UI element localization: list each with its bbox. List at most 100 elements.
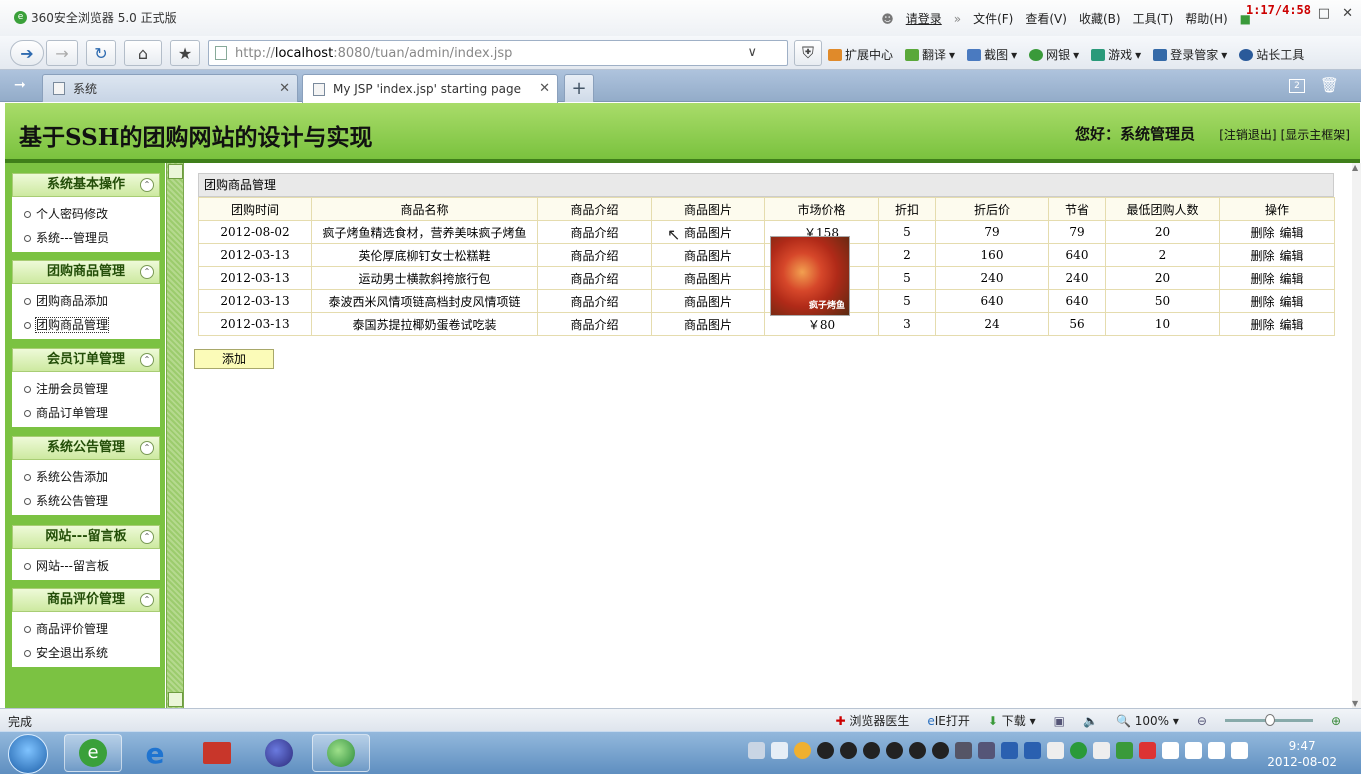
delete-link[interactable]: 删除 (1250, 318, 1274, 332)
qq-icon[interactable] (863, 742, 880, 759)
taskbar-toolbox[interactable] (188, 734, 246, 772)
tool-extensions[interactable]: 扩展中心 (828, 46, 893, 63)
tray-app-icon[interactable] (1047, 742, 1064, 759)
scroll-down-icon[interactable]: ▼ (1352, 699, 1358, 708)
sidebar-item-product-add[interactable]: 团购商品添加 (12, 289, 160, 313)
ie-open[interactable]: eIE打开 (927, 712, 970, 729)
cell-intro-link[interactable]: 商品介绍 (537, 312, 652, 336)
edit-link[interactable]: 编辑 (1280, 272, 1304, 286)
delete-link[interactable]: 删除 (1250, 226, 1274, 240)
sidebar-item-admin[interactable]: 系统---管理员 (12, 226, 160, 250)
keyboard-icon[interactable] (748, 742, 765, 759)
tool-login-manager[interactable]: 登录管家 ▾ (1153, 46, 1227, 63)
zoom-menu[interactable]: 🔍 100% ▾ (1116, 714, 1179, 728)
tray-app-icon[interactable] (771, 742, 788, 759)
tool-games[interactable]: 游戏 ▾ (1091, 46, 1141, 63)
sidebar-item-notice-add[interactable]: 系统公告添加 (12, 465, 160, 489)
cell-intro-link[interactable]: 商品介绍 (537, 243, 652, 267)
frame-splitter[interactable] (166, 163, 184, 708)
sidebar-item-members[interactable]: 注册会员管理 (12, 377, 160, 401)
tool-webmaster[interactable]: 站长工具 (1239, 46, 1304, 63)
taskbar-eclipse[interactable] (250, 734, 308, 772)
sidebar-item-product-manage[interactable]: 团购商品管理 (12, 313, 160, 337)
menu-favorites[interactable]: 收藏(B) (1079, 10, 1121, 27)
delete-link[interactable]: 删除 (1250, 272, 1274, 286)
shield-button[interactable]: ⛨ (794, 40, 822, 66)
edit-link[interactable]: 编辑 (1280, 295, 1304, 309)
menu-login[interactable]: 请登录 (906, 10, 942, 27)
taskbar-app[interactable] (312, 734, 370, 772)
sidebar-item-guestbook[interactable]: 网站---留言板 (12, 554, 160, 578)
sidebar-item-password[interactable]: 个人密码修改 (12, 202, 160, 226)
collapse-icon[interactable]: ⌃ (140, 530, 154, 544)
tray-app-icon[interactable] (955, 742, 972, 759)
menu-tools[interactable]: 工具(T) (1133, 10, 1174, 27)
taskbar-ie[interactable]: e (126, 734, 184, 772)
cell-image-link[interactable]: 商品图片 (651, 266, 765, 290)
dropdown-arrow-icon[interactable]: ∨ (747, 45, 757, 60)
flag-icon[interactable] (1162, 742, 1179, 759)
qq-icon[interactable] (840, 742, 857, 759)
add-button[interactable]: 添加 (194, 349, 274, 369)
edit-link[interactable]: 编辑 (1280, 318, 1304, 332)
system-clock[interactable]: 9:47 2012-08-02 (1267, 738, 1337, 770)
tray-app-icon[interactable] (978, 742, 995, 759)
close-tab-icon[interactable]: ✕ (279, 81, 290, 96)
tab-index-jsp[interactable]: My JSP 'index.jsp' starting page ✕ (302, 74, 558, 103)
splitter-bottom-handle[interactable] (168, 692, 183, 707)
tool-screenshot[interactable]: 截图 ▾ (967, 46, 1017, 63)
browser-doctor[interactable]: ✚ 浏览器医生 (835, 712, 909, 729)
cell-intro-link[interactable]: 商品介绍 (537, 220, 652, 244)
tray-app-icon[interactable] (1093, 742, 1110, 759)
refresh-button[interactable]: ↻ (86, 40, 116, 66)
zoom-out-icon[interactable]: ⊖ (1197, 714, 1207, 728)
shield-icon[interactable] (1024, 742, 1041, 759)
home-button[interactable]: ⌂ (124, 40, 162, 66)
zoom-slider[interactable] (1224, 714, 1313, 726)
volume-icon[interactable]: 🔈 (1083, 714, 1098, 728)
taskbar-360-browser[interactable]: e (64, 734, 122, 772)
tray-app-icon[interactable] (1185, 742, 1202, 759)
start-button[interactable] (8, 734, 48, 774)
tray-app-icon[interactable] (1070, 742, 1087, 759)
menu-view[interactable]: 查看(V) (1025, 10, 1067, 27)
qq-icon[interactable] (886, 742, 903, 759)
close-tab-icon[interactable]: ✕ (539, 81, 550, 96)
vertical-scrollbar[interactable]: ▲ ▼ (1352, 163, 1361, 708)
new-tab-button[interactable]: + (564, 74, 594, 102)
download-menu[interactable]: ⬇ 下载 ▾ (988, 712, 1036, 729)
tab-system[interactable]: 系统 ✕ (42, 74, 298, 102)
sidebar-group-header[interactable]: 系统公告管理 ⌃ (12, 436, 160, 460)
cell-image-link[interactable]: 商品图片 (651, 289, 765, 313)
network-icon[interactable] (1208, 742, 1225, 759)
sidebar-group-header[interactable]: 商品评价管理 ⌃ (12, 588, 160, 612)
tray-app-icon[interactable] (1139, 742, 1156, 759)
window-icon[interactable]: ▣ (1054, 714, 1065, 728)
qq-icon[interactable] (932, 742, 949, 759)
logout-link[interactable]: [注销退出] (1219, 126, 1276, 143)
collapse-icon[interactable]: ⌃ (140, 265, 154, 279)
cell-image-link[interactable]: 商品图片 (651, 243, 765, 267)
forward-button[interactable]: → (46, 40, 78, 66)
volume-icon[interactable] (1231, 742, 1248, 759)
show-frame-link[interactable]: [显示主框架] (1281, 126, 1350, 143)
collapse-icon[interactable]: ⌃ (140, 441, 154, 455)
menu-file[interactable]: 文件(F) (973, 10, 1013, 27)
sidebar-group-header[interactable]: 网站---留言板 ⌃ (12, 525, 160, 549)
tray-app-icon[interactable] (1001, 742, 1018, 759)
cell-image-link[interactable]: 商品图片 (651, 312, 765, 336)
address-bar[interactable]: http://localhost:8080/tuan/admin/index.j… (208, 40, 815, 66)
sidebar-group-header[interactable]: 系统基本操作 ⌃ (12, 173, 160, 197)
delete-link[interactable]: 删除 (1250, 249, 1274, 263)
restore-icon[interactable]: □ (1318, 6, 1330, 21)
back-button[interactable]: ➔ (10, 40, 44, 66)
zoom-slider-handle[interactable] (1264, 714, 1275, 726)
sidebar-group-header[interactable]: 会员订单管理 ⌃ (12, 348, 160, 372)
qq-icon[interactable] (817, 742, 834, 759)
cell-intro-link[interactable]: 商品介绍 (537, 266, 652, 290)
edit-link[interactable]: 编辑 (1280, 226, 1304, 240)
cell-intro-link[interactable]: 商品介绍 (537, 289, 652, 313)
delete-link[interactable]: 删除 (1250, 295, 1274, 309)
sidebar-group-header[interactable]: 团购商品管理 ⌃ (12, 260, 160, 284)
tool-translate[interactable]: 翻译 ▾ (905, 46, 955, 63)
